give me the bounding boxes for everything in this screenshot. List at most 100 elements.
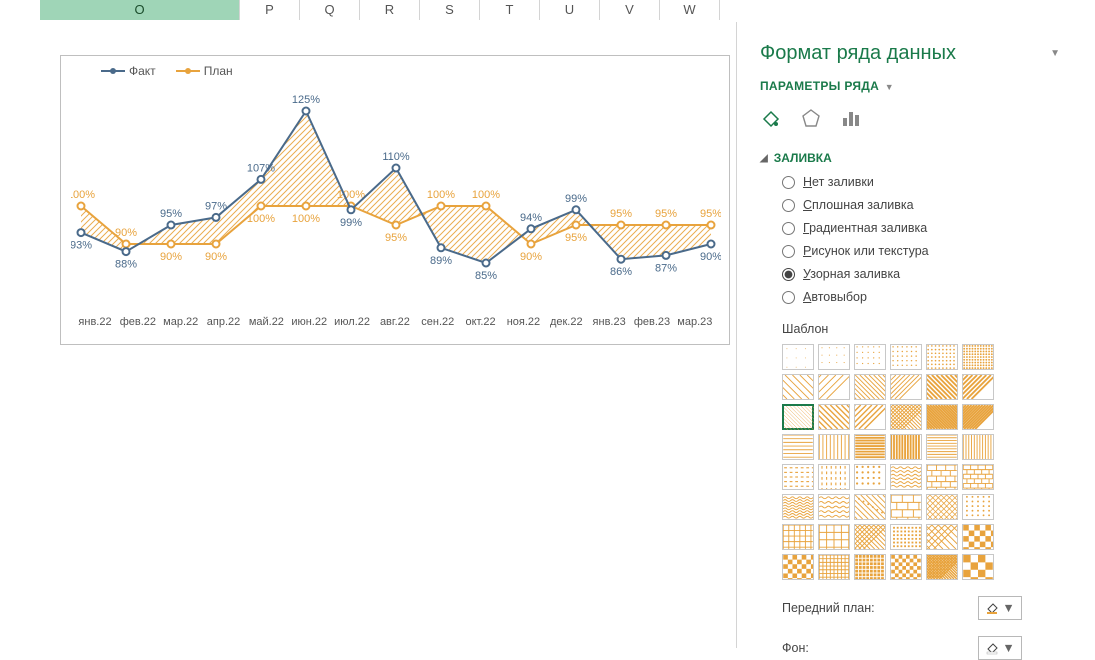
svg-text:85%: 85% [475, 270, 497, 282]
legend-item-plan[interactable]: План [176, 64, 233, 78]
pattern-swatch[interactable] [926, 434, 958, 460]
legend-line-fact-icon [101, 70, 125, 72]
pattern-swatch[interactable] [854, 524, 886, 550]
pattern-swatch[interactable] [782, 524, 814, 550]
pattern-swatch[interactable] [818, 374, 850, 400]
pattern-swatch[interactable] [926, 374, 958, 400]
pattern-swatch[interactable] [782, 374, 814, 400]
pattern-swatch[interactable] [818, 524, 850, 550]
radio-solid-fill[interactable]: Сплошная заливка [782, 198, 1060, 212]
series-options-dropdown[interactable]: ПАРАМЕТРЫ РЯДА ▼ [760, 79, 1060, 93]
pattern-swatch[interactable] [890, 344, 922, 370]
pattern-swatch[interactable] [926, 494, 958, 520]
pattern-swatch[interactable] [854, 404, 886, 430]
radio-no-fill[interactable]: Нет заливки [782, 175, 1060, 189]
pattern-swatch[interactable] [854, 344, 886, 370]
pattern-swatch[interactable] [818, 494, 850, 520]
pattern-swatch[interactable] [818, 344, 850, 370]
pattern-swatch[interactable] [818, 554, 850, 580]
xtick: июл.22 [332, 316, 372, 328]
pattern-swatch[interactable] [926, 524, 958, 550]
pattern-swatch[interactable] [962, 344, 994, 370]
column-header-U[interactable]: U [540, 0, 600, 20]
pattern-swatch[interactable] [962, 524, 994, 550]
pattern-swatch[interactable] [818, 464, 850, 490]
radio-gradient-fill[interactable]: Градиентная заливка [782, 221, 1060, 235]
radio-pattern-fill[interactable]: Узорная заливка [782, 267, 1060, 281]
radio-auto-fill[interactable]: Автовыбор [782, 290, 1060, 304]
chart-xaxis: янв.22фев.22мар.22апр.22май.22июн.22июл.… [71, 316, 719, 328]
column-header-S[interactable]: S [420, 0, 480, 20]
pattern-swatch[interactable] [782, 464, 814, 490]
column-header-Q[interactable]: Q [300, 0, 360, 20]
pattern-swatch[interactable] [818, 404, 850, 430]
xtick: авг.22 [375, 316, 415, 328]
svg-text:90%: 90% [115, 227, 137, 239]
background-color-button[interactable]: ▼ [978, 636, 1022, 660]
pane-menu-dropdown-icon[interactable]: ▼ [1050, 48, 1060, 59]
svg-text:95%: 95% [565, 232, 587, 244]
svg-text:90%: 90% [160, 251, 182, 263]
pattern-swatch[interactable] [962, 404, 994, 430]
foreground-color-row: Передний план: ▼ [782, 596, 1022, 620]
foreground-color-button[interactable]: ▼ [978, 596, 1022, 620]
svg-text:94%: 94% [520, 212, 542, 224]
pattern-swatch[interactable] [890, 524, 922, 550]
pattern-swatch[interactable] [962, 434, 994, 460]
pattern-swatch[interactable] [926, 344, 958, 370]
svg-text:110%: 110% [382, 151, 410, 163]
pattern-swatch[interactable] [854, 374, 886, 400]
pattern-swatch[interactable] [962, 374, 994, 400]
pattern-swatch[interactable] [854, 434, 886, 460]
pattern-swatch[interactable] [962, 464, 994, 490]
column-header-W[interactable]: W [660, 0, 720, 20]
pattern-swatch[interactable] [890, 494, 922, 520]
pattern-swatch[interactable] [782, 494, 814, 520]
pattern-swatch[interactable] [890, 434, 922, 460]
fill-section-caret-icon: ◢ [760, 153, 768, 164]
svg-text:107%: 107% [247, 162, 275, 174]
svg-text:86%: 86% [610, 266, 632, 278]
column-header-T[interactable]: T [480, 0, 540, 20]
fill-section-header[interactable]: ◢ ЗАЛИВКА [760, 151, 1060, 165]
svg-text:93%: 93% [71, 240, 92, 252]
pattern-swatch[interactable] [782, 434, 814, 460]
pattern-swatch[interactable] [782, 404, 814, 430]
pattern-swatch[interactable] [926, 404, 958, 430]
pane-category-icons [760, 107, 1060, 129]
pattern-swatch[interactable] [854, 464, 886, 490]
pattern-swatch[interactable] [890, 374, 922, 400]
xtick: окт.22 [461, 316, 501, 328]
legend-line-plan-icon [176, 70, 200, 72]
pattern-swatch[interactable] [782, 344, 814, 370]
pattern-swatch[interactable] [926, 554, 958, 580]
pattern-swatch[interactable] [818, 434, 850, 460]
svg-text:90%: 90% [520, 251, 542, 263]
pattern-swatch[interactable] [962, 494, 994, 520]
column-header-V[interactable]: V [600, 0, 660, 20]
column-header-O[interactable]: O [40, 0, 240, 20]
chart-plot[interactable]: 100%90%90%90%100%100%100%95%100%100%90%9… [71, 82, 721, 312]
pattern-grid [782, 344, 1060, 580]
legend-item-fact[interactable]: Факт [101, 64, 156, 78]
pattern-swatch[interactable] [962, 554, 994, 580]
pattern-swatch[interactable] [854, 554, 886, 580]
svg-text:95%: 95% [385, 232, 407, 244]
svg-text:100%: 100% [427, 189, 455, 201]
pattern-swatch[interactable] [890, 554, 922, 580]
column-header-R[interactable]: R [360, 0, 420, 20]
pattern-swatch[interactable] [890, 404, 922, 430]
pattern-swatch[interactable] [854, 494, 886, 520]
fill-line-icon[interactable] [760, 107, 782, 129]
pattern-swatch[interactable] [890, 464, 922, 490]
series-options-icon[interactable] [840, 107, 862, 129]
column-header-P[interactable]: P [240, 0, 300, 20]
xtick: июн.22 [289, 316, 329, 328]
pattern-swatch[interactable] [782, 554, 814, 580]
fill-radio-group: Нет заливки Сплошная заливка Градиентная… [782, 175, 1060, 304]
radio-picture-fill[interactable]: Рисунок или текстура [782, 244, 1060, 258]
chart-object[interactable]: Факт План 100%90%90%90%100%100%100%95%10… [60, 55, 730, 345]
svg-text:100%: 100% [292, 213, 320, 225]
effects-icon[interactable] [800, 107, 822, 129]
pattern-swatch[interactable] [926, 464, 958, 490]
